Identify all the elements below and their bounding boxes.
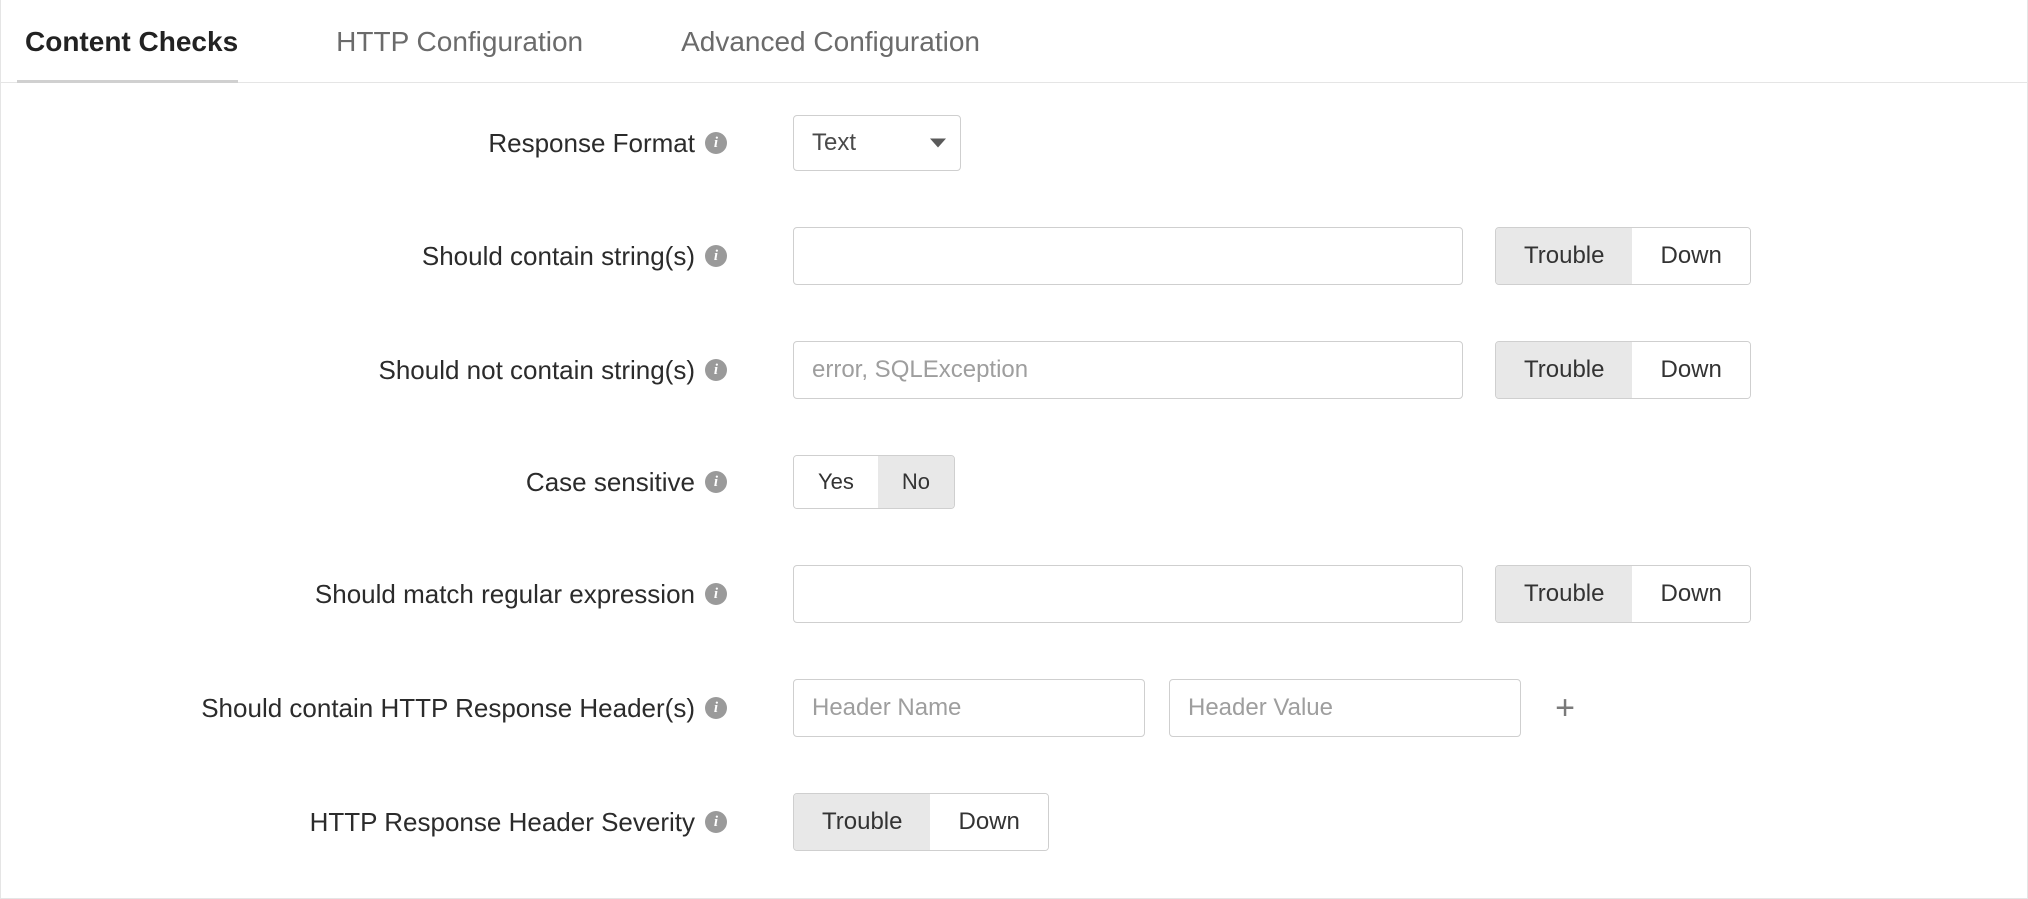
row-header-severity: HTTP Response Header Severity i Trouble … [21,793,2007,851]
label-should-not-contain: Should not contain string(s) i [21,355,737,386]
label-text: Should not contain string(s) [378,355,695,386]
severity-trouble-button[interactable]: Trouble [1496,228,1632,284]
should-not-contain-input[interactable] [793,341,1463,399]
config-panel: Content Checks HTTP Configuration Advanc… [0,0,2028,899]
label-case-sensitive: Case sensitive i [21,467,737,498]
should-contain-severity-toggle: Trouble Down [1495,227,1751,285]
severity-down-button[interactable]: Down [1632,566,1749,622]
info-icon[interactable]: i [705,811,727,833]
content-checks-form: Response Format i Text Should contain st… [1,83,2027,891]
row-regex: Should match regular expression i Troubl… [21,565,2007,623]
info-icon[interactable]: i [705,359,727,381]
row-should-contain: Should contain string(s) i Trouble Down [21,227,2007,285]
label-response-headers: Should contain HTTP Response Header(s) i [21,693,737,724]
response-format-select[interactable]: Text [793,115,961,171]
label-text: HTTP Response Header Severity [310,807,695,838]
label-text: Should contain HTTP Response Header(s) [201,693,695,724]
info-icon[interactable]: i [705,471,727,493]
regex-input[interactable] [793,565,1463,623]
case-sensitive-yes-button[interactable]: Yes [794,456,878,508]
should-contain-input[interactable] [793,227,1463,285]
label-text: Should contain string(s) [422,241,695,272]
label-text: Should match regular expression [315,579,695,610]
label-text: Case sensitive [526,467,695,498]
info-icon[interactable]: i [705,697,727,719]
label-header-severity: HTTP Response Header Severity i [21,807,737,838]
severity-down-button[interactable]: Down [1632,228,1749,284]
row-should-not-contain: Should not contain string(s) i Trouble D… [21,341,2007,399]
case-sensitive-no-button[interactable]: No [878,456,954,508]
label-text: Response Format [488,128,695,159]
tab-content-checks[interactable]: Content Checks [9,0,266,82]
select-value: Text [812,129,856,157]
tab-bar: Content Checks HTTP Configuration Advanc… [1,0,2027,83]
header-name-input[interactable] [793,679,1145,737]
label-response-format: Response Format i [21,128,737,159]
label-should-contain: Should contain string(s) i [21,241,737,272]
add-header-icon[interactable]: + [1545,691,1585,725]
tab-http-configuration[interactable]: HTTP Configuration [320,0,611,82]
severity-trouble-button[interactable]: Trouble [1496,566,1632,622]
severity-down-button[interactable]: Down [1632,342,1749,398]
chevron-down-icon [930,139,946,148]
severity-trouble-button[interactable]: Trouble [794,794,930,850]
info-icon[interactable]: i [705,132,727,154]
tab-advanced-configuration[interactable]: Advanced Configuration [665,0,1008,82]
header-severity-toggle: Trouble Down [793,793,1049,851]
severity-down-button[interactable]: Down [930,794,1047,850]
label-regex: Should match regular expression i [21,579,737,610]
row-response-format: Response Format i Text [21,115,2007,171]
regex-severity-toggle: Trouble Down [1495,565,1751,623]
severity-trouble-button[interactable]: Trouble [1496,342,1632,398]
should-not-contain-severity-toggle: Trouble Down [1495,341,1751,399]
header-value-input[interactable] [1169,679,1521,737]
case-sensitive-toggle: Yes No [793,455,955,509]
info-icon[interactable]: i [705,583,727,605]
info-icon[interactable]: i [705,245,727,267]
row-response-headers: Should contain HTTP Response Header(s) i… [21,679,2007,737]
row-case-sensitive: Case sensitive i Yes No [21,455,2007,509]
